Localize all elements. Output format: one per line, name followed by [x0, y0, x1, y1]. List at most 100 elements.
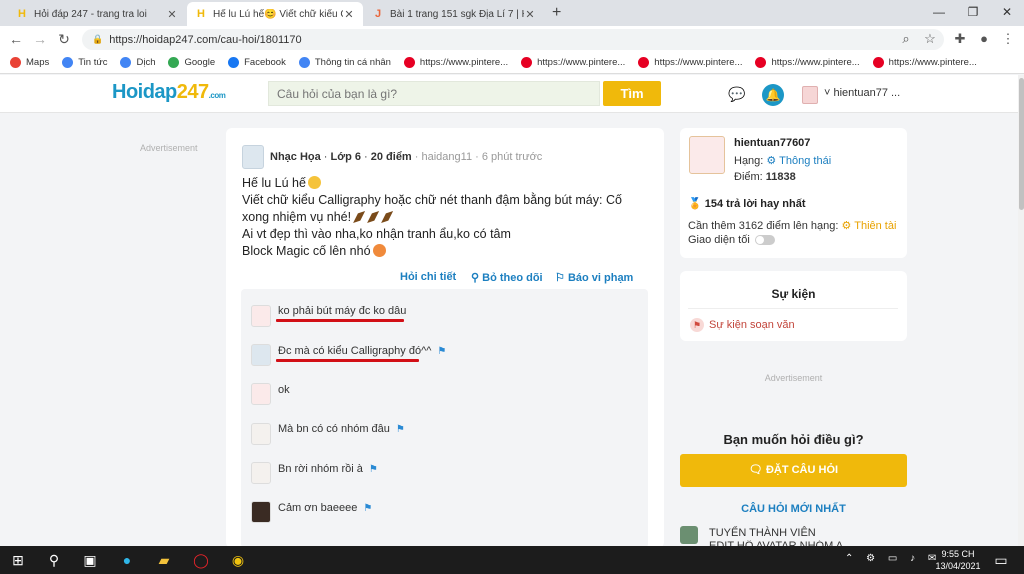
url-input[interactable]: 🔒 https://hoidap247.com/cau-hoi/1801170: [82, 29, 944, 50]
flag-icon[interactable]: ⚑: [396, 424, 405, 435]
bell-icon[interactable]: 🔔: [762, 84, 784, 106]
avatar[interactable]: [251, 305, 271, 327]
tab-2-title: Hế lu Lú hế😊 Viết chữ kiểu Calli...: [213, 8, 343, 20]
flag-icon: ⚑: [690, 318, 704, 332]
bookmark-google[interactable]: Google: [168, 57, 215, 68]
lock-icon: 🔒: [92, 34, 104, 44]
unfollow-link[interactable]: ⚲ Bỏ theo dõi: [471, 271, 543, 284]
bookmark-label: Maps: [26, 57, 50, 68]
clock[interactable]: 9:55 CH 13/04/2021: [930, 548, 986, 572]
ask-question-button[interactable]: 🗨 ĐẶT CÂU HỎI: [680, 454, 907, 487]
avatar[interactable]: [680, 526, 698, 544]
extension-icon[interactable]: ✚: [951, 30, 969, 48]
avatar[interactable]: [242, 145, 264, 169]
event-link[interactable]: ⚑ Sự kiện soạn văn: [690, 318, 795, 332]
opera-icon[interactable]: ◯: [190, 549, 212, 571]
tab-3[interactable]: J Bài 1 trang 151 sgk Địa Lí 7 | Hay... …: [364, 2, 544, 26]
flag-icon[interactable]: ⚑: [369, 464, 378, 475]
bookmark-label: Facebook: [244, 57, 286, 68]
avatar[interactable]: [251, 344, 271, 366]
bookmark-facebook[interactable]: Facebook: [228, 57, 286, 68]
ask-title: Bạn muốn hỏi điều gì?: [723, 432, 864, 447]
bookmark-translate[interactable]: Dịch: [120, 57, 155, 68]
bookmark-label: https://www.pintere...: [888, 57, 977, 68]
task-view-icon[interactable]: ▣: [79, 549, 101, 571]
toggle-switch[interactable]: [754, 235, 775, 245]
search-icon[interactable]: ⚲: [43, 549, 65, 571]
grade-label: Lớp 6: [330, 151, 361, 163]
notification-icon[interactable]: ▭: [990, 549, 1012, 571]
search-button[interactable]: Tìm: [603, 81, 661, 106]
avatar[interactable]: [689, 136, 725, 174]
tab-2[interactable]: H Hế lu Lú hế😊 Viết chữ kiểu Calli... ✕: [187, 2, 363, 26]
edge-icon[interactable]: ●: [116, 549, 138, 571]
avatar[interactable]: [251, 501, 271, 523]
bookmark-news[interactable]: Tin tức: [62, 57, 107, 68]
scrollbar-thumb[interactable]: [1019, 78, 1024, 210]
pinterest-icon: [403, 57, 415, 68]
flag-icon: ⚐: [555, 272, 565, 284]
bookmark-pinterest[interactable]: https://www.pintere...: [755, 57, 860, 68]
question-icon: 🗨: [748, 464, 763, 476]
menu-icon[interactable]: ⋮: [999, 30, 1017, 48]
pinterest-icon: [638, 57, 650, 68]
comment-text: ko phải bút máy đc ko dâu: [278, 305, 407, 317]
profile-rank: Hạng: ⚙ Thông thái: [734, 155, 832, 167]
back-icon[interactable]: ←: [6, 30, 26, 48]
bookmark-pinterest[interactable]: https://www.pintere...: [521, 57, 625, 68]
new-question-item[interactable]: TUYỂN THÀNH VIÊN: [709, 527, 816, 539]
flag-icon[interactable]: ⚑: [363, 503, 372, 514]
minimize-icon[interactable]: —: [922, 2, 956, 22]
system-tray[interactable]: ⌃ ⚙ ▭ ♪ ✉: [845, 553, 941, 564]
advertisement-label: Advertisement: [764, 373, 823, 383]
comment-text: ok: [278, 384, 290, 396]
rank-icon: ⚙: [841, 220, 852, 232]
bookmark-profile[interactable]: Thông tin cá nhân: [298, 57, 391, 68]
avatar[interactable]: [802, 86, 818, 104]
profile-icon[interactable]: ●: [975, 30, 993, 48]
translate-icon: [120, 57, 132, 68]
bookmark-label: Tin tức: [78, 57, 108, 68]
avatar[interactable]: [251, 462, 271, 484]
comment-text: Đc mà có kiểu Calligraphy đó^^ ⚑: [278, 345, 447, 357]
zoom-icon[interactable]: ⌕: [897, 30, 915, 48]
folder-icon[interactable]: ▰: [153, 549, 175, 571]
bookmark-pinterest[interactable]: https://www.pintere...: [403, 57, 508, 68]
restore-icon[interactable]: ❐: [956, 2, 990, 22]
ask-detail-link[interactable]: Hỏi chi tiết: [400, 271, 456, 283]
profile-points: Điểm: 11838: [734, 171, 796, 183]
close-icon[interactable]: ✕: [166, 8, 178, 21]
reload-icon[interactable]: ↻: [54, 30, 74, 48]
chat-icon[interactable]: 💬: [728, 86, 746, 102]
flag-icon[interactable]: ⚑: [437, 346, 446, 357]
windows-icon[interactable]: ⊞: [7, 549, 29, 571]
new-questions-title[interactable]: CÂU HỎI MỚI NHẤT: [680, 503, 907, 515]
pinterest-icon: [755, 57, 767, 68]
bookmark-label: Thông tin cá nhân: [314, 57, 391, 68]
forward-icon[interactable]: →: [30, 30, 50, 48]
user-menu[interactable]: ˅ hientuan77 ...: [824, 87, 900, 99]
search-input[interactable]: [268, 81, 600, 106]
h-favicon: H: [197, 8, 205, 20]
bookmark-maps[interactable]: Maps: [10, 57, 49, 68]
comment-text: Bn rời nhóm rồi à ⚑: [278, 463, 378, 475]
bookmark-pinterest[interactable]: https://www.pintere...: [638, 57, 742, 68]
avatar[interactable]: [251, 423, 271, 445]
bookmark-pinterest[interactable]: https://www.pintere...: [872, 57, 977, 68]
google-icon: [168, 57, 180, 68]
tab-1[interactable]: H Hỏi đáp 247 - trang tra loi ✕: [8, 2, 186, 26]
comment-text: Cảm ơn baeeee ⚑: [278, 502, 373, 514]
dark-mode-toggle[interactable]: Giao diện tối: [688, 234, 775, 246]
star-icon[interactable]: ☆: [921, 30, 939, 48]
avatar[interactable]: [251, 383, 271, 405]
new-tab-button[interactable]: +: [552, 4, 561, 22]
witch-hat-emoji-icon: [353, 211, 366, 223]
chrome-icon[interactable]: ◉: [227, 549, 249, 571]
site-logo[interactable]: Hoidap247.com: [112, 81, 226, 104]
close-icon[interactable]: ✕: [524, 8, 536, 21]
profile-name[interactable]: hientuan77607: [734, 137, 810, 149]
report-link[interactable]: ⚐ Báo vi phạm: [555, 271, 633, 284]
close-icon[interactable]: ✕: [343, 8, 355, 21]
close-window-icon[interactable]: ✕: [990, 2, 1024, 22]
facebook-icon: [228, 57, 240, 68]
